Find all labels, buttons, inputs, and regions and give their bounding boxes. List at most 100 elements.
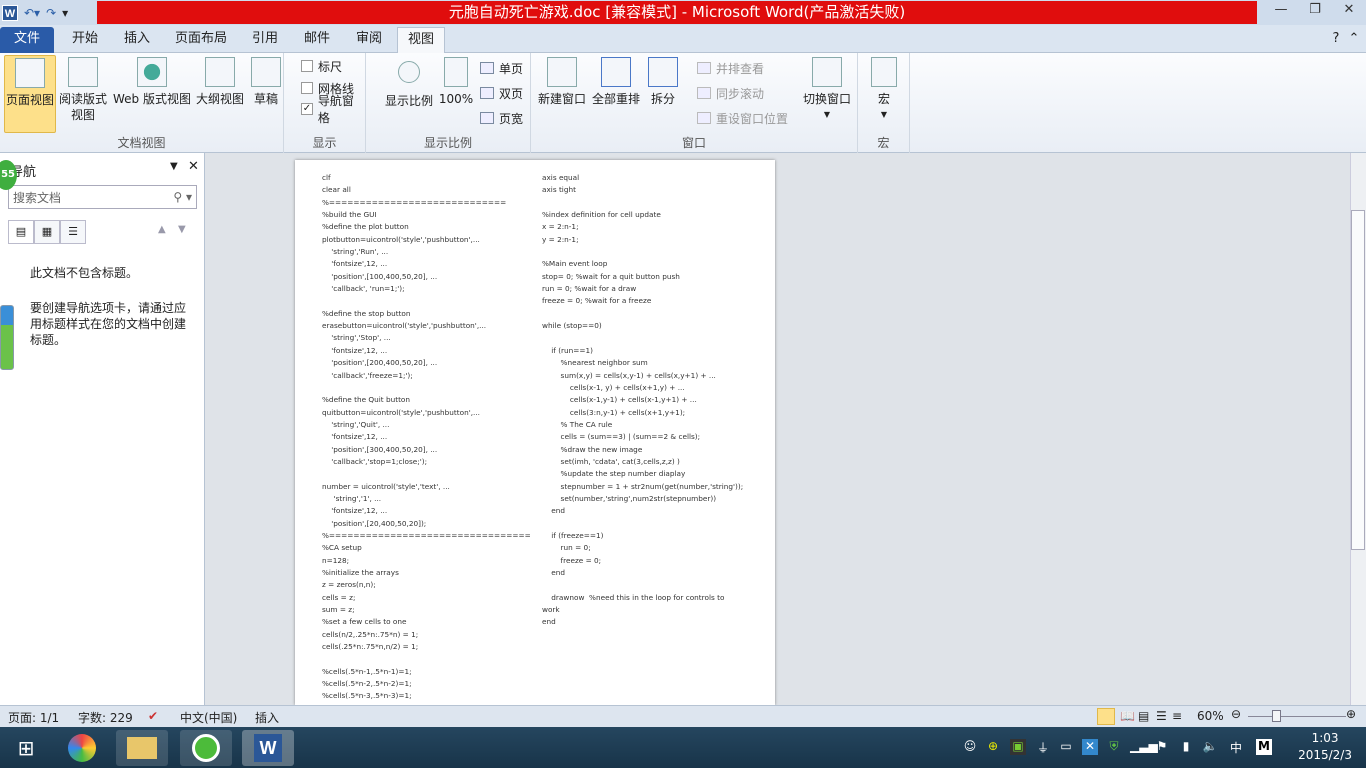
help-icon[interactable]: ? xyxy=(1328,27,1344,53)
taskbar-word[interactable]: W xyxy=(242,730,294,766)
outline-button[interactable]: 大纲视图 xyxy=(194,55,246,107)
nav-options-icon[interactable]: ▼ xyxy=(170,161,178,172)
tab-page-layout[interactable]: 页面布局 xyxy=(168,27,234,53)
tray-ime-tool-icon[interactable]: ✕ xyxy=(1082,739,1098,755)
tray-display-icon[interactable]: ▭ xyxy=(1058,739,1074,755)
print-layout-view-icon[interactable] xyxy=(1097,708,1115,725)
tray-battery-icon[interactable]: ▮ xyxy=(1178,739,1194,755)
restore-icon[interactable]: ❐ xyxy=(1298,0,1332,20)
tray-ime[interactable]: 中 xyxy=(1228,739,1244,755)
code-line: cells(x-1, y) + cells(x+1,y) + ... xyxy=(542,382,685,392)
undo-icon[interactable]: ↶▾ xyxy=(24,6,40,20)
tray-plus-icon[interactable]: ⊕ xyxy=(985,739,1001,755)
tab-mailings[interactable]: 邮件 xyxy=(294,27,340,53)
zoom-100-button[interactable]: 100% xyxy=(438,55,474,107)
clock[interactable]: 1:03 2015/2/3 xyxy=(1298,730,1352,764)
arrange-all-button[interactable]: 全部重排 xyxy=(591,55,641,107)
tray-m-icon[interactable]: M xyxy=(1256,739,1272,755)
insert-mode[interactable]: 插入 xyxy=(255,709,279,726)
zoom-button[interactable]: 显示比例 xyxy=(382,55,436,109)
code-line: sum(x,y) = cells(x,y-1) + cells(x,y+1) +… xyxy=(542,370,716,380)
scrollbar-thumb[interactable] xyxy=(1351,210,1365,550)
zoom-in-icon[interactable]: ⊕ xyxy=(1346,707,1356,721)
taskbar-ie[interactable] xyxy=(180,730,232,766)
tray-signal-icon[interactable]: ▁▃▅ xyxy=(1130,739,1158,755)
taskbar-file-explorer[interactable] xyxy=(116,730,168,766)
tab-results[interactable]: ☰ xyxy=(60,220,86,244)
reset-window-button[interactable]: 重设窗口位置 xyxy=(697,108,788,128)
tab-view[interactable]: 视图 xyxy=(397,27,445,53)
code-line: %cells(.5*n-1,.5*n-1)=1; xyxy=(322,666,412,676)
code-line: 'position',[300,400,50,20], ... xyxy=(322,444,438,454)
code-line: if (freeze==1) xyxy=(542,530,604,540)
tray-nvidia-icon[interactable]: ▣ xyxy=(1010,739,1026,755)
switch-window-button[interactable]: 切换窗口 ▼ xyxy=(799,55,855,123)
page-count[interactable]: 页面: 1/1 xyxy=(8,709,59,726)
word-count[interactable]: 字数: 229 xyxy=(78,709,133,726)
code-line: 'callback', 'run=1;'); xyxy=(322,284,405,294)
code-line: 'fontsize',12, ... xyxy=(322,506,388,516)
print-layout-button[interactable]: 页面视图 xyxy=(4,55,56,133)
code-line: cells(3:n,y-1) + cells(x+1,y+1); xyxy=(542,407,686,417)
taskbar-app-browser[interactable] xyxy=(56,730,108,766)
outline-view-icon[interactable]: ☰ xyxy=(1156,709,1167,723)
macros-button[interactable]: 宏 ▼ xyxy=(866,55,902,123)
code-line: cells(n/2,.25*n:.75*n) = 1; xyxy=(322,629,419,639)
page-width-icon xyxy=(480,112,494,124)
start-button[interactable]: ⊞ xyxy=(0,730,52,766)
two-pages-button[interactable]: 双页 xyxy=(480,83,523,103)
meter-widget[interactable] xyxy=(0,305,14,370)
customize-qat-icon[interactable]: ▾ xyxy=(62,6,68,20)
zoom-level[interactable]: 60% xyxy=(1197,709,1224,723)
zoom-slider-handle[interactable] xyxy=(1272,710,1281,722)
search-input[interactable]: 搜索文档 ⚲ ▾ xyxy=(8,185,197,209)
code-line: freeze = 0; xyxy=(542,555,602,565)
code-line: %nearest neighbor sum xyxy=(542,358,648,368)
proofing-icon[interactable]: ✔ xyxy=(148,709,158,723)
split-button[interactable]: 拆分 xyxy=(645,55,681,107)
code-line: %CA setup xyxy=(322,543,362,553)
web-layout-button[interactable]: Web 版式视图 xyxy=(110,55,194,107)
prev-icon[interactable]: ▲ xyxy=(158,224,166,235)
one-page-button[interactable]: 单页 xyxy=(480,58,523,78)
tray-volume-icon[interactable]: 🔈 xyxy=(1202,739,1218,755)
reading-view-icon[interactable]: 📖 xyxy=(1120,709,1135,723)
ruler-checkbox[interactable]: 标尺 xyxy=(301,56,342,76)
code-line: 'string','Run', ... xyxy=(322,247,389,257)
tab-file[interactable]: 文件 xyxy=(0,27,54,53)
draft-view-icon[interactable]: ≡ xyxy=(1172,709,1182,723)
tray-user-icon[interactable]: ☺ xyxy=(962,739,978,755)
zoom-slider[interactable] xyxy=(1248,716,1346,717)
web-view-icon[interactable]: ▤ xyxy=(1138,709,1149,723)
sync-scroll-button[interactable]: 同步滚动 xyxy=(697,83,764,103)
code-line: %cells(.5*n-2,.5*n-2)=1; xyxy=(322,679,412,689)
minimize-icon[interactable]: — xyxy=(1264,0,1298,20)
language[interactable]: 中文(中国) xyxy=(180,709,237,726)
tab-references[interactable]: 引用 xyxy=(242,27,288,53)
search-icon[interactable]: ⚲ ▾ xyxy=(173,190,196,204)
tab-review[interactable]: 审阅 xyxy=(346,27,392,53)
reading-layout-button[interactable]: 阅读版式 视图 xyxy=(57,55,109,123)
redo-icon[interactable]: ↷ xyxy=(46,6,56,20)
code-line: %define the Quit button xyxy=(322,395,411,405)
tray-flag-icon[interactable]: ⚑ xyxy=(1154,739,1170,755)
nav-close-icon[interactable]: ✕ xyxy=(188,159,199,174)
tray-usb-icon[interactable]: ⏚ xyxy=(1035,739,1051,755)
draft-button[interactable]: 草稿 xyxy=(248,55,284,107)
side-by-side-button[interactable]: 并排查看 xyxy=(697,58,764,78)
page-width-button[interactable]: 页宽 xyxy=(480,108,523,128)
zoom-out-icon[interactable]: ⊖ xyxy=(1231,707,1241,721)
document-page[interactable]: clf clear all %===========================… xyxy=(295,160,775,705)
next-icon[interactable]: ▼ xyxy=(178,224,186,235)
tab-insert[interactable]: 插入 xyxy=(114,27,160,53)
tab-pages[interactable]: ▦ xyxy=(34,220,60,244)
close-icon[interactable]: ✕ xyxy=(1332,0,1366,20)
tray-shield-icon[interactable]: ⛨ xyxy=(1106,739,1122,755)
tab-home[interactable]: 开始 xyxy=(62,27,108,53)
new-window-button[interactable]: 新建窗口 xyxy=(537,55,587,107)
tab-headings[interactable]: ▤ xyxy=(8,220,34,244)
nav-pane-checkbox[interactable]: ✓ 导航窗格 xyxy=(301,94,365,125)
collapse-ribbon-icon[interactable]: ⌃ xyxy=(1346,27,1362,53)
